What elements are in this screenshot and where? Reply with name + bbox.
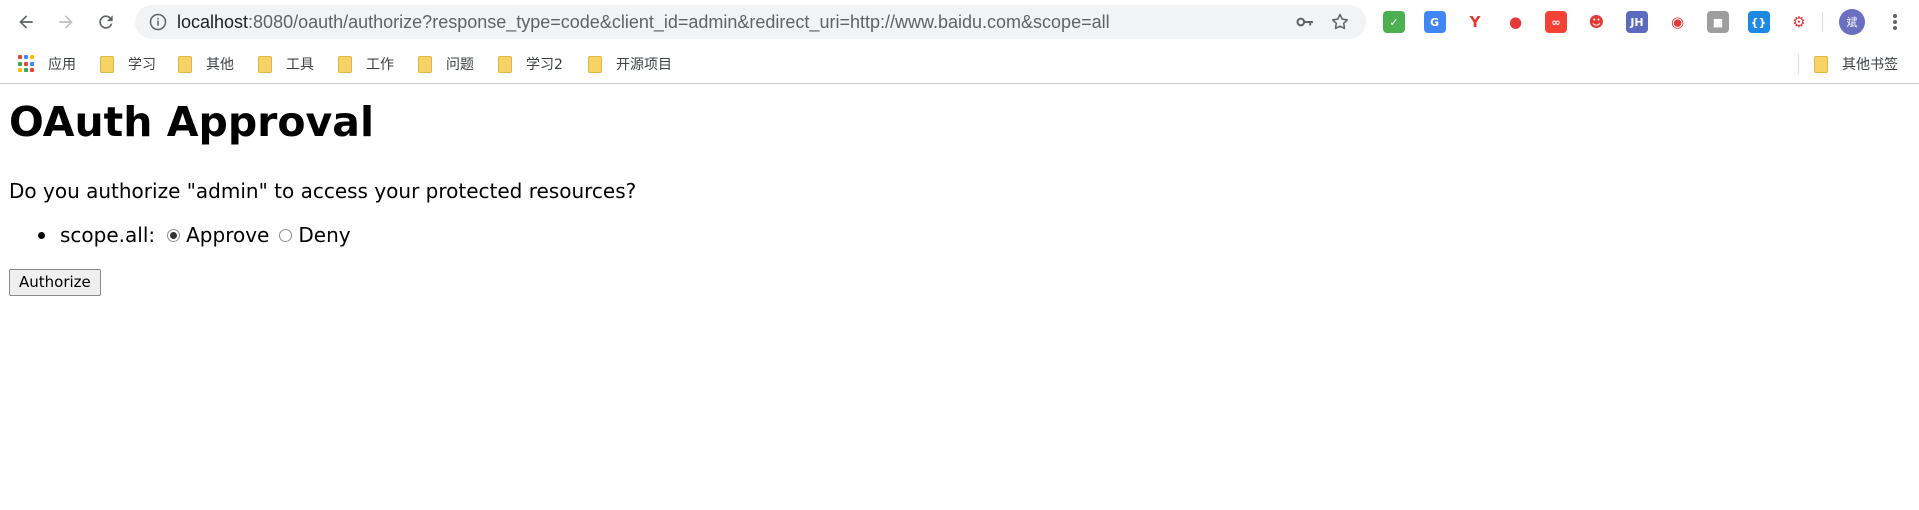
bookmark-folder-label: 学习: [128, 57, 156, 73]
deny-label[interactable]: Deny: [298, 223, 350, 247]
key-icon[interactable]: [1295, 12, 1315, 32]
scope-list-item: scope.all: Approve Deny: [9, 222, 351, 248]
jh-extension-icon[interactable]: JH: [1626, 11, 1648, 33]
authorize-button[interactable]: Authorize: [9, 269, 101, 296]
bookmark-folder[interactable]: 学习: [100, 52, 156, 76]
more-menu-icon[interactable]: [1883, 10, 1907, 34]
reload-button[interactable]: [92, 8, 120, 36]
apps-grid-icon: [18, 55, 36, 73]
shield-extension-icon[interactable]: ✓: [1383, 11, 1405, 33]
bookmark-folder-label: 学习2: [526, 57, 563, 73]
forward-button[interactable]: [52, 8, 80, 36]
folder-icon: [100, 55, 114, 73]
folder-icon: [178, 55, 192, 73]
profile-avatar[interactable]: 斌: [1839, 9, 1865, 35]
folder-icon: [418, 55, 432, 73]
bookmark-apps-label: 应用: [48, 57, 76, 73]
scope-label: scope.all:: [60, 223, 156, 247]
bookmarks-separator: [1798, 54, 1799, 74]
reload-icon: [99, 15, 113, 29]
bookmark-folder-label: 开源项目: [616, 57, 672, 73]
bookmark-folder[interactable]: 开源项目: [588, 52, 672, 76]
folder-icon: [498, 55, 512, 73]
infinity-extension-icon[interactable]: ∞: [1545, 11, 1567, 33]
bookmark-folder[interactable]: 工作: [338, 52, 394, 76]
page-title: OAuth Approval: [9, 98, 374, 146]
url-path: :8080/oauth/authorize?response_type=code…: [248, 12, 1110, 32]
tomcat-extension-icon[interactable]: ☻: [1585, 11, 1608, 33]
bookmark-folder-label: 其他: [206, 57, 234, 73]
globe-extension-icon[interactable]: ◉: [1666, 11, 1689, 33]
folder-icon: [1814, 55, 1828, 73]
approve-radio[interactable]: [167, 228, 181, 242]
authorization-question: Do you authorize "admin" to access your …: [9, 179, 637, 203]
star-icon[interactable]: [1330, 12, 1350, 32]
puzzle-extension-icon[interactable]: ■: [1707, 11, 1729, 33]
network-extension-icon[interactable]: ⚙: [1788, 11, 1810, 33]
url-text[interactable]: localhost:8080/oauth/authorize?response_…: [177, 5, 1110, 39]
translate-extension-icon[interactable]: G: [1423, 11, 1446, 33]
arrow-right-icon: [59, 15, 73, 29]
bookmark-other[interactable]: 其他书签: [1814, 52, 1898, 76]
toolbar-separator: [1822, 12, 1823, 32]
bookmark-folder-label: 问题: [446, 57, 474, 73]
bookmark-folder[interactable]: 工具: [258, 52, 314, 76]
arrow-left-icon: [19, 15, 33, 29]
deny-radio[interactable]: [279, 228, 293, 242]
bookmark-folder[interactable]: 学习2: [498, 52, 563, 76]
url-host: localhost: [177, 12, 249, 32]
bookmarks-bar: 应用 学习 其他 工具 工作 问题 学习2 开源项目 其他书签: [0, 44, 1919, 84]
bookmark-other-label: 其他书签: [1842, 57, 1898, 73]
red-drop-extension-icon[interactable]: ●: [1504, 11, 1527, 33]
bullet-icon: [38, 231, 45, 239]
bookmark-folder[interactable]: 问题: [418, 52, 474, 76]
bookmark-folder-label: 工具: [286, 57, 314, 73]
address-bar[interactable]: localhost:8080/oauth/authorize?response_…: [135, 5, 1366, 39]
bookmark-apps[interactable]: 应用: [18, 52, 76, 76]
folder-icon: [258, 55, 272, 73]
browser-toolbar: localhost:8080/oauth/authorize?response_…: [0, 0, 1919, 44]
approve-label[interactable]: Approve: [186, 223, 269, 247]
bookmark-folder[interactable]: 其他: [178, 52, 234, 76]
back-button[interactable]: [12, 8, 40, 36]
folder-icon: [588, 55, 602, 73]
y-extension-icon[interactable]: Y: [1464, 11, 1486, 33]
bookmark-folder-label: 工作: [366, 57, 394, 73]
json-extension-icon[interactable]: {}: [1747, 11, 1770, 33]
info-icon[interactable]: [149, 13, 167, 31]
folder-icon: [338, 55, 352, 73]
